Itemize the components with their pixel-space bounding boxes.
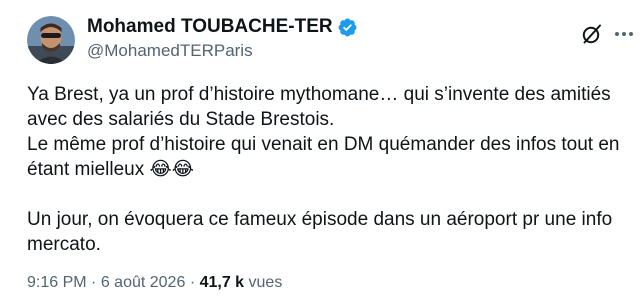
tweet-timestamp[interactable]: 9:16 PM · 6 août 2026 [27,274,185,291]
tweet-meta: 9:16 PM · 6 août 2026 · 41,7 k vues [27,274,282,292]
views-count: 41,7 k [199,274,245,291]
tweet-date: 6 août 2026 [100,274,186,291]
author-handle[interactable]: @MohamedTERParis [87,41,570,61]
author-info: Mohamed TOUBACHE-TER @MohamedTERParis [87,14,570,61]
author-display-name[interactable]: Mohamed TOUBACHE-TER [87,16,333,38]
name-row: Mohamed TOUBACHE-TER [87,14,570,40]
tweet-text: Ya Brest, ya un prof d’histoire mythoman… [27,84,620,255]
tweet-card: Mohamed TOUBACHE-TER @MohamedTERParis Ya… [0,0,640,304]
grok-icon[interactable] [580,22,604,46]
author-avatar[interactable] [27,16,75,64]
more-options-icon[interactable] [612,22,636,46]
avatar-image [27,16,75,64]
meta-separator: · [189,274,196,291]
tweet-time: 9:16 PM [27,274,87,291]
verified-badge-icon[interactable] [337,17,358,38]
views-label: vues [248,274,283,291]
meta-separator: · [91,274,97,291]
